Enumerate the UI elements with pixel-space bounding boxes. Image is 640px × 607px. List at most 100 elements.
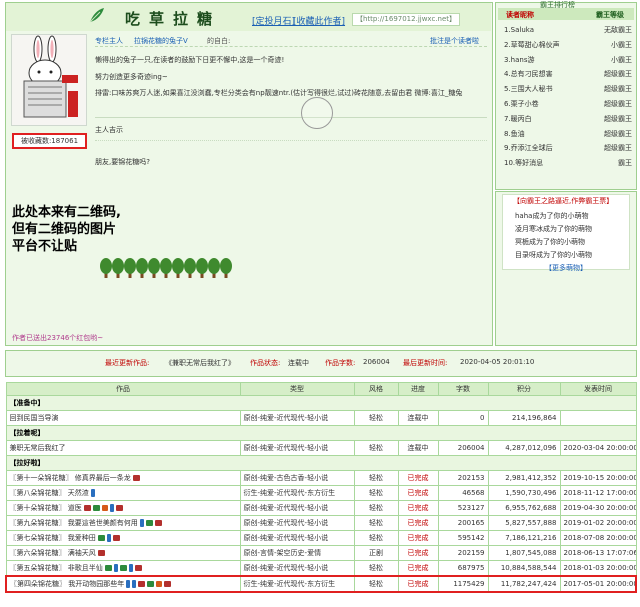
fan-row[interactable]: 8.鱼油 超级霸王 <box>504 127 632 141</box>
table-row[interactable]: 〖第九朵锦花糖〗 我要這爸世美颜有何用 原创-纯爱-近代现代-轻小说 轻松 已完成 20… <box>5 515 637 531</box>
work-title[interactable]: 〖第十朵锦花糖〗 道医 <box>10 504 82 512</box>
work-status: 连载中 <box>288 359 309 367</box>
work-type: 原创-纯爱-近代现代-轻小说 <box>239 410 355 426</box>
pen-tag-icon <box>109 504 114 512</box>
pen-tag-icon <box>128 564 133 572</box>
fan-name[interactable]: 7.暖丙白 <box>504 112 532 126</box>
profile-title-link[interactable]: 拉锅花糖的兔子V <box>134 36 188 46</box>
pet-news-item: 冥栀成为了你的小萌物 <box>515 238 585 246</box>
table-row[interactable]: 回到民国当导演 原创-纯爱-近代现代-轻小说 轻松 连载中 0 214,196,864 <box>5 410 637 426</box>
work-date: 2018-06-13 17:07:06 <box>559 545 637 561</box>
fan-row[interactable]: 9.乔添江全球后 超级霸王 <box>504 141 632 155</box>
table-row[interactable]: 兼职无常后我红了 原创-纯爱-近代现代-轻小说 轻松 连载中 206004 4,287,0… <box>5 440 637 456</box>
author-name: 吃草拉糖 <box>125 10 222 28</box>
fan-rank: 超级霸王 <box>604 70 632 79</box>
tree-icon <box>172 258 184 278</box>
fan-name[interactable]: 8.鱼油 <box>504 127 525 141</box>
work-score: 2,981,412,352 <box>487 470 561 486</box>
work-title-cell[interactable]: 〖第六朵锦花糖〗 满袖天风 <box>5 545 241 561</box>
fan-name[interactable]: 4.总有刁民想害 <box>504 67 553 81</box>
ladder-tag-icon <box>101 505 108 511</box>
green-tag-icon <box>145 520 153 526</box>
fan-name[interactable]: 9.乔添江全球后 <box>504 141 553 155</box>
table-row[interactable]: 〖第八朵锦花糖〗 天然渣 衍生-纯爱-近代现代-东方衍生 轻松 已完成 46568 1,5… <box>5 485 637 501</box>
book-tag-icon <box>132 475 140 481</box>
fan-row[interactable]: 2.草莓甜心棉伙声 小霸王 <box>504 38 632 52</box>
bio-line: 努力创造更多奇迹ing~ <box>95 73 168 81</box>
ladder-tag-icon <box>156 581 163 587</box>
work-title[interactable]: 〖第四朵锦花糖〗 我开动物园那些年 <box>10 580 124 588</box>
work-progress: 已完成 <box>397 500 439 516</box>
book-tag-icon <box>115 505 123 511</box>
work-score: 1,807,545,088 <box>487 545 561 561</box>
work-title-cell[interactable]: 〖第四朵锦花糖〗 我开动物园那些年 <box>5 575 241 593</box>
col-date: 发表时间 <box>559 382 637 396</box>
work-date: 2019-04-30 20:00:00 <box>559 500 637 516</box>
work-title-cell[interactable]: 回到民国当导演 <box>5 410 241 426</box>
fan-row[interactable]: 3.hans游 小霸王 <box>504 53 632 67</box>
work-title-cell[interactable]: 〖第五朵锦花糖〗 非歌且半仙 <box>5 560 241 577</box>
work-score: 4,287,012,096 <box>487 440 561 456</box>
work-title-cell[interactable]: 〖第十朵锦花糖〗 道医 <box>5 500 241 516</box>
fan-name[interactable]: 5.三围大人秘书 <box>504 82 553 96</box>
author-url[interactable]: 【http://1697012.jjwxc.net】 <box>352 13 460 26</box>
bio-line: 朋友,要锦花糖吗? <box>95 158 150 166</box>
fan-row[interactable]: 4.总有刁民想害 超级霸王 <box>504 67 632 81</box>
fan-row[interactable]: 6.栗子小卷 超级霸王 <box>504 97 632 111</box>
work-title-cell[interactable]: 〖第八朵锦花糖〗 天然渣 <box>5 485 241 501</box>
fan-name[interactable]: 1.Saluka <box>504 23 534 37</box>
fan-name[interactable]: 2.草莓甜心棉伙声 <box>504 38 560 52</box>
work-title[interactable]: 〖第十一朵锦花糖〗 修真界最后一条龙 <box>10 474 131 482</box>
fan-row[interactable]: 1.Saluka 无敌霸王 <box>504 23 632 37</box>
fan-row[interactable]: 5.三围大人秘书 超级霸王 <box>504 82 632 96</box>
work-date: 2018-01-03 20:00:00 <box>559 560 637 577</box>
avatar <box>11 34 87 126</box>
fan-row[interactable]: 10.等好消息 霸王 <box>504 156 632 170</box>
bio-line: 排雷:口味苏爽万人迷,如果喜江没浏蠢,专栏分类会有np靓速ntr.(估计写得很烂… <box>95 89 463 97</box>
col-words: 字数 <box>437 382 489 396</box>
work-date: 2019-01-02 20:00:00 <box>559 515 637 531</box>
latest-work-title[interactable]: 《兼职无常后我红了》 <box>165 358 235 368</box>
fan-rank: 超级霸王 <box>604 100 632 108</box>
work-type: 原创-纯爱-近代现代-轻小说 <box>239 515 355 531</box>
fan-rank: 超级霸王 <box>604 129 632 138</box>
table-row[interactable]: 〖第七朵锦花糖〗 我爱种田 原创-纯爱-近代现代-轻小说 轻松 已完成 595142 7,… <box>5 530 637 546</box>
pen-tag-icon <box>90 489 95 497</box>
work-title[interactable]: 〖第八朵锦花糖〗 天然渣 <box>10 489 89 497</box>
work-title[interactable]: 〖第九朵锦花糖〗 我要這爸世美颜有何用 <box>10 519 138 527</box>
fan-name[interactable]: 10.等好消息 <box>504 156 543 170</box>
work-date: 2019-10-15 20:00:00 <box>559 470 637 486</box>
works-table: 作品 类型 风格 进度 字数 积分 发表时间 【准备中】 回到民国当导演 原创-纯爱… <box>5 382 637 593</box>
work-type: 原创-言情-架空历史-爱情 <box>239 545 355 561</box>
green-tag-icon <box>92 505 100 511</box>
table-row[interactable]: 〖第六朵锦花糖〗 满袖天风 原创-言情-架空历史-爱情 正剧 已完成 202159 1,8… <box>5 545 637 561</box>
more-pets-link[interactable]: 【更多萌物】 <box>545 263 587 273</box>
work-progress: 已完成 <box>397 530 439 546</box>
work-title[interactable]: 〖第五朵锦花糖〗 非歌且半仙 <box>10 564 103 572</box>
table-row[interactable]: 〖第五朵锦花糖〗 非歌且半仙 原创-纯爱-近代现代-轻小说 轻松 已完成 687975 1… <box>5 560 637 577</box>
work-title[interactable]: 〖第六朵锦花糖〗 满袖天风 <box>10 549 96 557</box>
work-title-cell[interactable]: 〖第十一朵锦花糖〗 修真界最后一条龙 <box>5 470 241 486</box>
work-title-cell[interactable]: 〖第七朵锦花糖〗 我爱种田 <box>5 530 241 546</box>
work-title[interactable]: 兼职无常后我红了 <box>10 444 66 452</box>
cursor-circle <box>301 97 333 129</box>
work-title[interactable]: 回到民国当导演 <box>10 414 59 422</box>
work-style: 轻松 <box>353 575 399 593</box>
work-score: 1,590,730,496 <box>487 485 561 501</box>
fan-name[interactable]: 3.hans游 <box>504 53 535 67</box>
table-row[interactable]: 〖第十朵锦花糖〗 道医 原创-纯爱-近代现代-轻小说 轻松 已完成 523127 6,95… <box>5 500 637 516</box>
table-row[interactable]: 〖第十一朵锦花糖〗 修真界最后一条龙 原创-纯爱-古色古香-轻小说 轻松 已完成 202… <box>5 470 637 486</box>
fan-name[interactable]: 6.栗子小卷 <box>504 97 539 111</box>
pets-box-title[interactable]: 【向霸王之路逼近,作弊霸王票】 <box>513 196 613 206</box>
work-title[interactable]: 〖第七朵锦花糖〗 我爱种田 <box>10 534 96 542</box>
work-style: 轻松 <box>353 470 399 486</box>
follow-link[interactable]: 批注是个读者啦 <box>430 36 479 46</box>
work-words: 0 <box>437 410 489 426</box>
table-row[interactable]: 〖第四朵锦花糖〗 我开动物园那些年 衍生-纯爱-近代现代-东方衍生 轻松 已完成 117… <box>5 575 637 593</box>
subscribe-link[interactable]: [定投月石] <box>252 14 295 27</box>
work-title-cell[interactable]: 兼职无常后我红了 <box>5 440 241 456</box>
work-title-cell[interactable]: 〖第九朵锦花糖〗 我要這爸世美颜有何用 <box>5 515 241 531</box>
fan-row[interactable]: 7.暖丙白 超级霸王 <box>504 112 632 126</box>
favorite-author-link[interactable]: [收藏此作者] <box>293 14 345 27</box>
work-style: 轻松 <box>353 515 399 531</box>
